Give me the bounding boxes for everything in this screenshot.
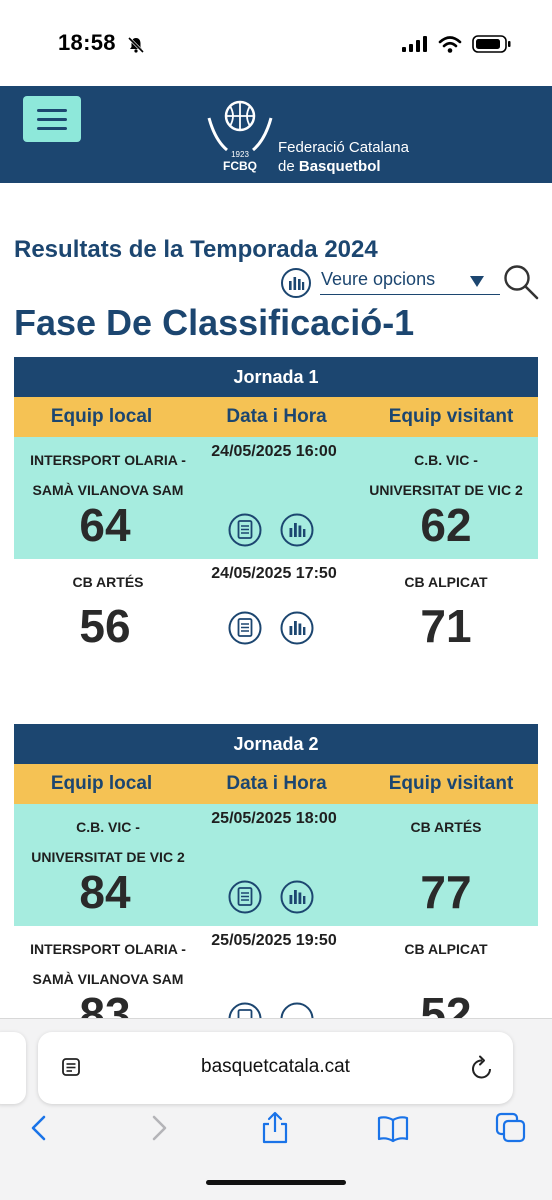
home-score: 56 — [79, 600, 131, 652]
col-home: Equip local — [50, 406, 153, 427]
status-indicators — [402, 34, 512, 54]
document-icon[interactable] — [228, 513, 262, 547]
home-team: CB ARTÉS — [72, 574, 144, 590]
bell-slash-icon — [127, 36, 145, 54]
col-away: Equip visitant — [388, 406, 514, 427]
away-team: CB ARTÉS — [410, 819, 482, 835]
away-team: CB ALPICAT — [404, 941, 488, 957]
match-datetime: 24/05/2025 16:00 — [211, 443, 337, 460]
phase-title: Fase De Classificació-1 — [14, 302, 415, 343]
round-columns: Equip local Data i Hora Equip visitant — [14, 764, 538, 804]
browser-toolbar — [0, 1105, 552, 1151]
home-indicator — [206, 1180, 346, 1185]
home-score: 64 — [79, 499, 131, 551]
status-time: 18:58 — [58, 30, 116, 55]
col-date: Data i Hora — [226, 773, 327, 794]
options-row: Veure opcions — [280, 263, 542, 301]
share-icon[interactable] — [258, 1111, 292, 1145]
menu-button[interactable] — [23, 96, 81, 142]
url-text: basquetcatala.cat — [201, 1056, 350, 1077]
stats-icon[interactable] — [280, 267, 312, 299]
options-label: Veure opcions — [321, 269, 436, 289]
caret-down-icon — [470, 276, 484, 287]
battery-icon — [472, 35, 511, 53]
back-icon[interactable] — [22, 1111, 56, 1145]
reload-icon[interactable] — [469, 1054, 495, 1082]
stats-icon[interactable] — [280, 513, 314, 547]
hamburger-icon — [37, 108, 67, 112]
tabs-icon[interactable] — [494, 1111, 528, 1145]
browser-bar: basquetcatala.cat — [0, 1018, 552, 1200]
match-row[interactable]: CB ARTÉS 24/05/2025 17:50 CB ALPICAT 56 … — [14, 559, 538, 681]
options-dropdown[interactable]: Veure opcions — [320, 269, 500, 295]
home-score: 84 — [79, 866, 131, 918]
search-icon[interactable] — [502, 263, 540, 301]
previous-tab-preview[interactable] — [0, 1032, 26, 1104]
org-line-2: de Basquetbol — [278, 158, 381, 175]
bookmarks-icon[interactable] — [376, 1111, 410, 1145]
signal-icon — [402, 36, 427, 52]
stats-icon[interactable] — [280, 611, 314, 645]
logo-year: 1923 — [231, 150, 249, 159]
logo-abbr: FCBQ — [223, 159, 257, 173]
org-name: Federació Catalana de Basquetbol — [278, 138, 409, 176]
col-home: Equip local — [50, 773, 153, 794]
away-score: 62 — [420, 499, 472, 551]
wifi-icon — [438, 35, 462, 53]
status-bar: 18:58 — [0, 0, 552, 86]
home-team: INTERSPORT OLARIA - SAMÀ VILANOVA SAM — [30, 941, 186, 987]
org-line-1: Federació Catalana — [278, 139, 409, 156]
col-away: Equip visitant — [388, 773, 514, 794]
address-bar[interactable]: basquetcatala.cat — [38, 1032, 513, 1104]
forward-icon[interactable] — [142, 1111, 176, 1145]
away-score: 77 — [420, 866, 472, 918]
site-header: 1923 FCBQ Federació Catalana de Basquetb… — [0, 86, 552, 183]
stats-icon[interactable] — [280, 880, 314, 914]
col-date: Data i Hora — [226, 406, 327, 427]
match-datetime: 24/05/2025 17:50 — [211, 565, 337, 582]
home-team: INTERSPORT OLARIA - SAMÀ VILANOVA SAM — [30, 452, 186, 498]
match-row[interactable]: INTERSPORT OLARIA - SAMÀ VILANOVA SAM 24… — [14, 437, 538, 559]
document-icon[interactable] — [228, 611, 262, 645]
round-columns: Equip local Data i Hora Equip visitant — [14, 397, 538, 437]
match-row[interactable]: C.B. VIC - UNIVERSITAT DE VIC 2 25/05/20… — [14, 804, 538, 926]
match-datetime: 25/05/2025 19:50 — [211, 932, 337, 949]
away-team: C.B. VIC - UNIVERSITAT DE VIC 2 — [369, 452, 523, 498]
season-title: Resultats de la Temporada 2024 — [14, 236, 378, 263]
fcbq-logo[interactable]: 1923 FCBQ — [205, 94, 275, 178]
away-team: CB ALPICAT — [404, 574, 488, 590]
round-table: Jornada 1 Equip local Data i Hora Equip … — [14, 357, 538, 681]
document-icon[interactable] — [228, 880, 262, 914]
round-table: Jornada 2 Equip local Data i Hora Equip … — [14, 724, 538, 1048]
home-team: C.B. VIC - UNIVERSITAT DE VIC 2 — [31, 819, 185, 865]
away-score: 71 — [420, 600, 472, 652]
match-datetime: 25/05/2025 18:00 — [211, 810, 337, 827]
round-title: Jornada 1 — [14, 357, 538, 397]
round-title: Jornada 2 — [14, 724, 538, 764]
